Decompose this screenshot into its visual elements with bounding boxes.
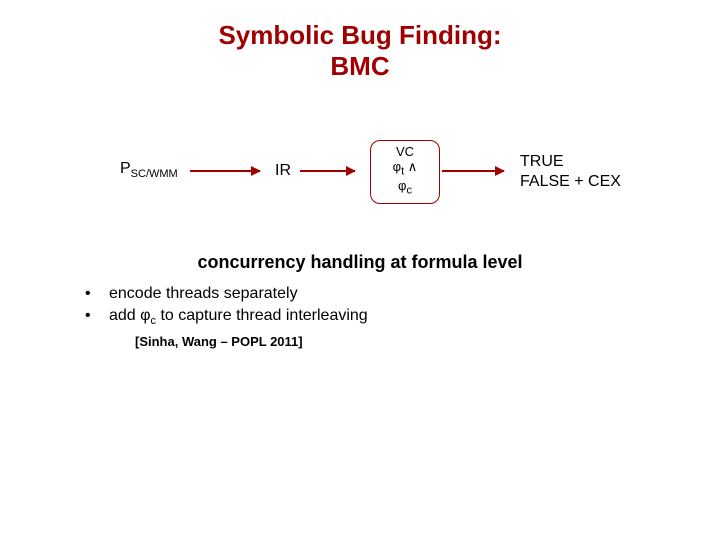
caption: concurrency handling at formula level: [0, 252, 720, 273]
p-sub: SC/WMM: [131, 169, 178, 181]
arrow-3: [442, 170, 504, 172]
bullet-2: •add φc to capture thread interleaving: [85, 307, 720, 327]
arrow-2: [300, 170, 355, 172]
arrow-1: [190, 170, 260, 172]
node-ir: IR: [275, 162, 291, 180]
bullet-list: •encode threads separately •add φc to ca…: [85, 285, 720, 327]
out-false: FALSE + CEX: [520, 172, 621, 191]
title-line2: BMC: [330, 51, 389, 81]
bullet-1: •encode threads separately: [85, 285, 720, 303]
vc-line2: φc: [377, 179, 433, 197]
node-output: TRUE FALSE + CEX: [520, 152, 621, 190]
vc-line1: φt ∧: [377, 160, 433, 178]
bullet-dot-icon: •: [85, 307, 109, 325]
ir-label: IR: [275, 162, 291, 179]
node-program: PSC/WMM: [120, 160, 178, 180]
node-vc: VC φt ∧ φc: [370, 140, 440, 203]
bullet-dot-icon: •: [85, 285, 109, 303]
p-label: P: [120, 160, 131, 177]
citation: [Sinha, Wang – POPL 2011]: [135, 334, 720, 349]
slide-title: Symbolic Bug Finding: BMC: [0, 0, 720, 82]
out-true: TRUE: [520, 152, 621, 171]
pipeline-diagram: PSC/WMM IR VC φt ∧ φc TRUE FALSE + CEX: [0, 132, 720, 222]
title-line1: Symbolic Bug Finding:: [218, 20, 501, 50]
vc-title: VC: [377, 145, 433, 160]
